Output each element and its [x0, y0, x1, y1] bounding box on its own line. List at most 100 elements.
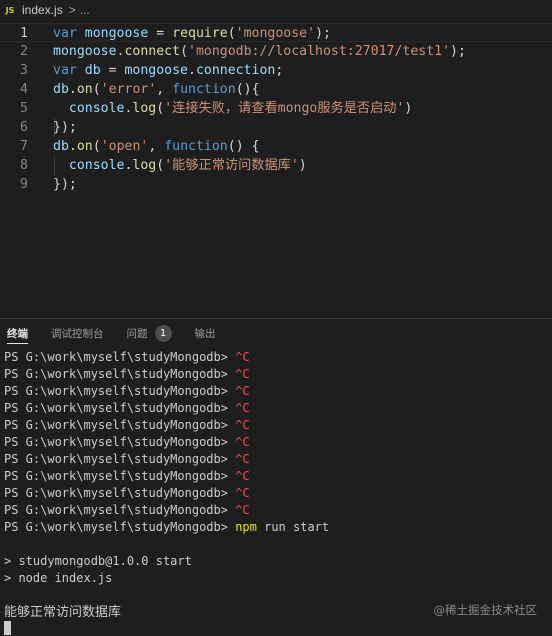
terminal-args: run start	[256, 520, 330, 534]
terminal-line: PS G:\work\myself\studyMongodb> ^C	[4, 400, 552, 417]
code-text: db.on('error', function(){	[53, 80, 260, 99]
code-token: mongoose	[124, 63, 189, 78]
terminal-command: ^C	[235, 367, 250, 381]
code-token: 'mongoose'	[235, 26, 316, 41]
code-token: .	[188, 63, 196, 78]
code-line[interactable]: 2 mongoose.connect('mongodb://localhost:2…	[0, 42, 552, 61]
terminal-prompt: PS G:\work\myself\studyMongodb>	[4, 350, 236, 364]
code-token: .	[68, 139, 77, 154]
tab-label: 调试控制台	[51, 327, 104, 340]
terminal-command: ^C	[235, 350, 250, 364]
terminal-line: > node index.js	[4, 570, 552, 587]
code-line[interactable]: 9});	[0, 175, 552, 194]
line-number: 4	[20, 82, 28, 97]
terminal-prompt: PS G:\work\myself\studyMongodb>	[4, 401, 236, 415]
code-token: )	[404, 101, 413, 116]
code-token: '能够正常访问数据库'	[164, 158, 299, 173]
code-token: console	[68, 158, 125, 173]
terminal-command: ^C	[235, 401, 250, 415]
terminal-line: PS G:\work\myself\studyMongodb> npm run …	[4, 519, 552, 536]
code-token: 'mongodb://localhost:27017/test1'	[188, 44, 451, 59]
code-token: (	[156, 101, 165, 116]
terminal-command: ^C	[235, 435, 250, 449]
code-token: '连接失败，请查看mongo服务是否启动'	[164, 101, 405, 116]
terminal-line: PS G:\work\myself\studyMongodb> ^C	[4, 349, 552, 366]
code-line[interactable]: 1 var mongoose = require('mongoose');	[0, 23, 552, 42]
code-text: console.log('连接失败，请查看mongo服务是否启动')	[53, 99, 412, 118]
line-number: 2	[20, 44, 28, 59]
code-line[interactable]: 4 db.on('error', function(){	[0, 80, 552, 99]
terminal-line: PS G:\work\myself\studyMongodb> ^C	[4, 451, 552, 468]
breadcrumb-separator: >	[68, 3, 76, 17]
terminal-command: ^C	[235, 418, 250, 432]
code-token: =	[100, 63, 125, 78]
terminal-line: PS G:\work\myself\studyMongodb> ^C	[4, 502, 552, 519]
terminal-command: ^C	[235, 503, 250, 517]
code-token: mongoose	[53, 44, 117, 59]
code-token: )	[298, 158, 307, 173]
terminal-prompt: PS G:\work\myself\studyMongodb>	[4, 435, 236, 449]
code-token: );	[450, 44, 466, 59]
code-text: console.log('能够正常访问数据库')	[53, 156, 307, 175]
code-token: ;	[275, 63, 284, 78]
code-token: 'error'	[100, 82, 157, 97]
terminal-prompt: PS G:\work\myself\studyMongodb>	[4, 503, 236, 517]
terminal-command: ^C	[235, 452, 250, 466]
code-token: (	[227, 26, 236, 41]
tab-3[interactable]: 输出	[195, 319, 216, 347]
code-token: (	[92, 139, 101, 154]
code-line[interactable]: 8 console.log('能够正常访问数据库')	[0, 156, 552, 175]
code-token: mongoose	[84, 26, 149, 41]
terminal-prompt: PS G:\work\myself\studyMongodb>	[4, 367, 236, 381]
line-number: 5	[20, 101, 28, 116]
code-token: db	[84, 63, 101, 78]
code-line[interactable]: 3 var db = mongoose.connection;	[0, 61, 552, 80]
code-text: });	[53, 118, 77, 137]
terminal-prompt: > node index.js	[4, 571, 113, 585]
breadcrumb-file[interactable]: index.js	[22, 3, 63, 17]
code-token: on	[76, 139, 93, 154]
tab-label: 终端	[7, 327, 28, 340]
terminal-prompt: > studymongodb@1.0.0 start	[4, 554, 192, 568]
terminal-command: ^C	[235, 486, 250, 500]
problems-count-badge: 1	[154, 324, 172, 342]
tab-label: 问题	[126, 327, 148, 340]
tab-0[interactable]: 终端	[7, 319, 28, 347]
terminal-command: npm	[235, 520, 257, 534]
code-token: );	[315, 26, 331, 41]
terminal-output[interactable]: PS G:\work\myself\studyMongodb> ^C PS G:\…	[4, 349, 552, 621]
tab-2[interactable]: 问题 1	[127, 319, 172, 347]
terminal-line: PS G:\work\myself\studyMongodb> ^C	[4, 417, 552, 434]
line-number: 7	[20, 139, 28, 154]
breadcrumb-symbols[interactable]: ...	[80, 3, 90, 17]
terminal-line: PS G:\work\myself\studyMongodb> ^C	[4, 383, 552, 400]
code-token: var	[53, 26, 85, 41]
terminal-command: ^C	[235, 469, 250, 483]
line-number: 8	[20, 158, 28, 173]
terminal-line: PS G:\work\myself\studyMongodb> ^C	[4, 434, 552, 451]
terminal-prompt: PS G:\work\myself\studyMongodb>	[4, 452, 236, 466]
tab-label: 输出	[194, 327, 216, 340]
terminal-prompt: PS G:\work\myself\studyMongodb>	[4, 418, 236, 432]
code-token: log	[132, 101, 157, 116]
panel-tabs: 终端 调试控制台 问题 1 输出	[0, 319, 552, 347]
code-line[interactable]: 7 db.on('open', function() {	[0, 137, 552, 156]
code-token: console	[68, 101, 125, 116]
code-token: connection	[195, 63, 276, 78]
code-text: });	[53, 175, 77, 194]
terminal-prompt: PS G:\work\myself\studyMongodb>	[4, 469, 236, 483]
line-number: 3	[20, 63, 28, 78]
code-token: 'open'	[100, 139, 149, 154]
terminal-prompt: PS G:\work\myself\studyMongodb>	[4, 520, 236, 534]
code-token: connect	[124, 44, 181, 59]
tab-1[interactable]: 调试控制台	[51, 319, 104, 347]
code-line[interactable]: 5 console.log('连接失败，请查看mongo服务是否启动')	[0, 99, 552, 118]
code-token: function	[164, 139, 228, 154]
code-token: () {	[227, 139, 260, 154]
code-editor[interactable]: 1 var mongoose = require('mongoose'); 2 mon…	[0, 20, 552, 310]
terminal-cursor	[4, 621, 11, 635]
code-line[interactable]: 6});	[0, 118, 552, 137]
terminal-command: ^C	[235, 384, 250, 398]
